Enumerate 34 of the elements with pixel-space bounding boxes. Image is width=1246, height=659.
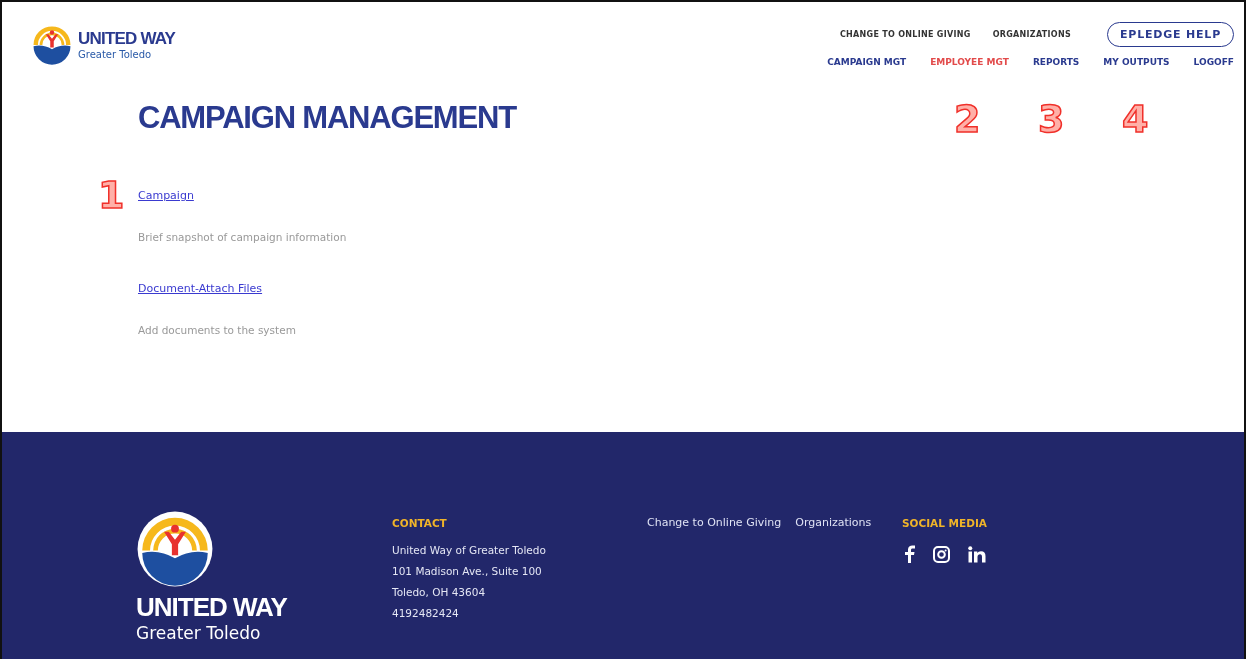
logo-subtitle: Greater Toledo [78,48,153,60]
nav-link[interactable]: REPORTS [1032,57,1080,67]
nav-link[interactable]: CAMPAIGN MGT [827,57,907,67]
section-description: Add documents to the system [138,324,297,337]
callout-number: 3 [1038,100,1065,138]
contact-line: 101 Madison Ave., Suite 100 [392,565,543,577]
logo-title: UNITED WAY [78,28,176,49]
contact-line: 4192482424 [392,607,460,619]
contact-line: United Way of Greater Toledo [392,544,547,556]
help-button[interactable]: EPLEDGE HELP [1107,22,1234,47]
top-link[interactable]: CHANGE TO ONLINE GIVING [839,30,971,39]
section-description: Brief snapshot of campaign information [138,231,348,244]
logo[interactable]: UNITED WAY Greater Toledo [30,22,176,66]
callout-number: 2 [954,100,981,138]
section-link[interactable]: Document-Attach Files [138,282,263,296]
contact-heading: CONTACT [392,517,448,529]
facebook-icon[interactable] [904,545,915,563]
footer-link[interactable]: Organizations [795,516,872,529]
nav-link[interactable]: EMPLOYEE MGT [930,57,1009,67]
callout-number: 1 [98,176,125,215]
top-link[interactable]: ORGANIZATIONS [992,30,1071,39]
footer-link[interactable]: Change to Online Giving [647,516,782,529]
nav-link[interactable]: MY OUTPUTS [1103,57,1170,67]
social-heading: SOCIAL MEDIA [902,517,987,529]
contact-line: Toledo, OH 43604 [392,586,487,598]
emblem-icon [136,510,214,588]
nav-link[interactable]: LOGOFF [1193,57,1234,67]
section-link[interactable]: Campaign [138,189,194,203]
callout-number: 4 [1122,100,1149,138]
footer-logo-title: UNITED WAY [136,592,287,624]
instagram-icon[interactable] [933,545,950,563]
linkedin-icon[interactable] [968,545,986,563]
footer-logo-subtitle: Greater Toledo [136,623,262,644]
page-title: CAMPAIGN MANAGEMENT [138,99,516,137]
